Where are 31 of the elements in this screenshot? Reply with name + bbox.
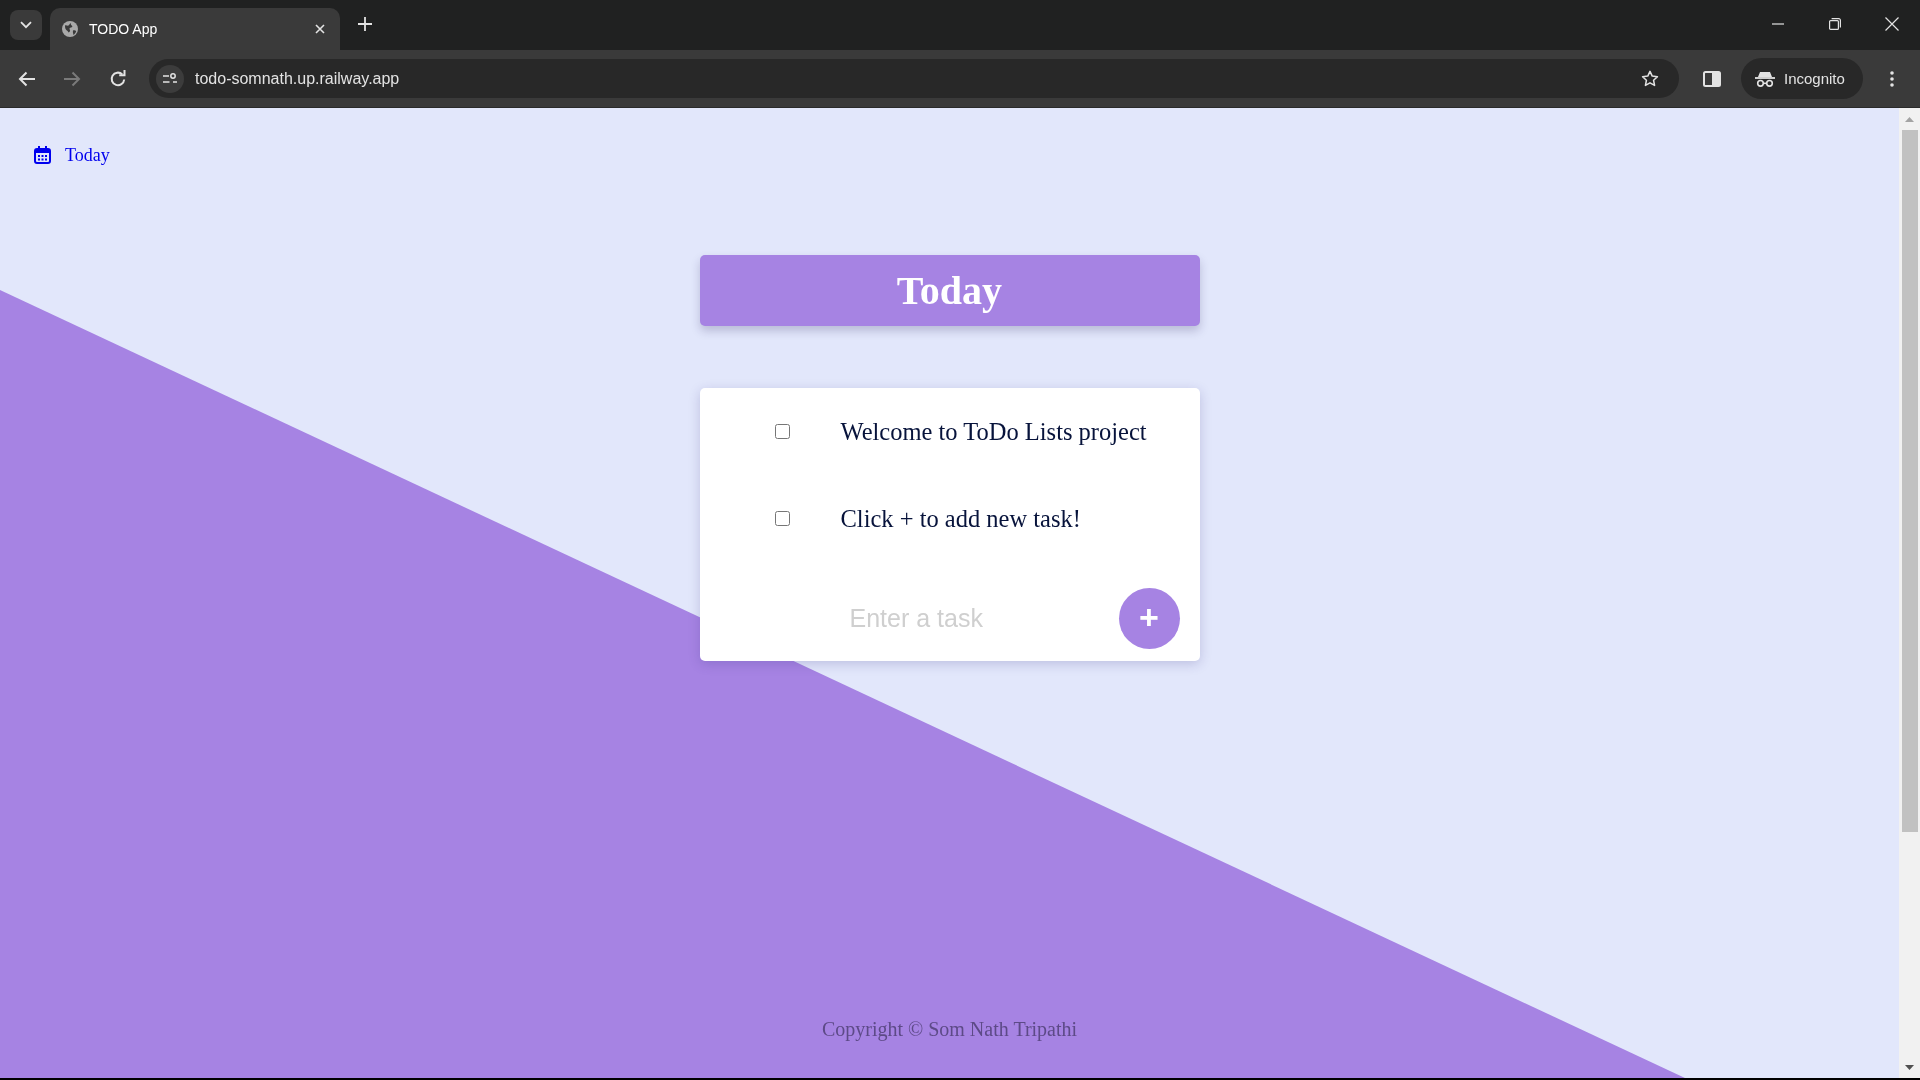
calendar-icon xyxy=(34,146,51,164)
browser-tab[interactable]: TODO App xyxy=(50,8,340,50)
restore-icon[interactable] xyxy=(1828,18,1841,30)
task-checkbox[interactable] xyxy=(774,424,790,439)
address-bar[interactable]: todo-somnath.up.railway.app xyxy=(149,59,1679,98)
today-link[interactable]: Today xyxy=(34,144,110,166)
star-icon[interactable] xyxy=(1641,70,1659,87)
chevron-down-icon xyxy=(20,21,32,29)
site-settings-button[interactable] xyxy=(156,64,184,93)
close-icon[interactable] xyxy=(1884,17,1899,31)
globe-icon xyxy=(62,21,78,37)
tab-search-button[interactable] xyxy=(10,10,42,40)
close-icon[interactable] xyxy=(315,24,325,34)
task-text: Click + to add new task! xyxy=(840,504,1081,533)
sliders-icon xyxy=(163,72,177,85)
incognito-button[interactable]: Incognito xyxy=(1741,58,1863,99)
scroll-down-arrow-icon[interactable] xyxy=(1905,1065,1914,1070)
task-checkbox[interactable] xyxy=(774,511,790,526)
forward-arrow-icon[interactable] xyxy=(63,70,81,87)
plus-icon[interactable] xyxy=(358,17,372,31)
minimize-icon[interactable] xyxy=(1771,23,1784,25)
scrollbar-thumb[interactable] xyxy=(1901,130,1918,832)
task-text: Welcome to ToDo Lists project xyxy=(840,417,1147,446)
side-panel-icon[interactable] xyxy=(1703,70,1721,87)
back-arrow-icon[interactable] xyxy=(18,70,36,87)
incognito-icon xyxy=(1755,70,1775,87)
reload-icon[interactable] xyxy=(109,69,127,88)
menu-icon[interactable] xyxy=(1890,70,1894,87)
heading-banner: Today xyxy=(699,255,1200,326)
url-text: todo-somnath.up.railway.app xyxy=(195,69,400,88)
copyright-text: Copyright © Som Nath Tripathi xyxy=(821,1017,1078,1041)
